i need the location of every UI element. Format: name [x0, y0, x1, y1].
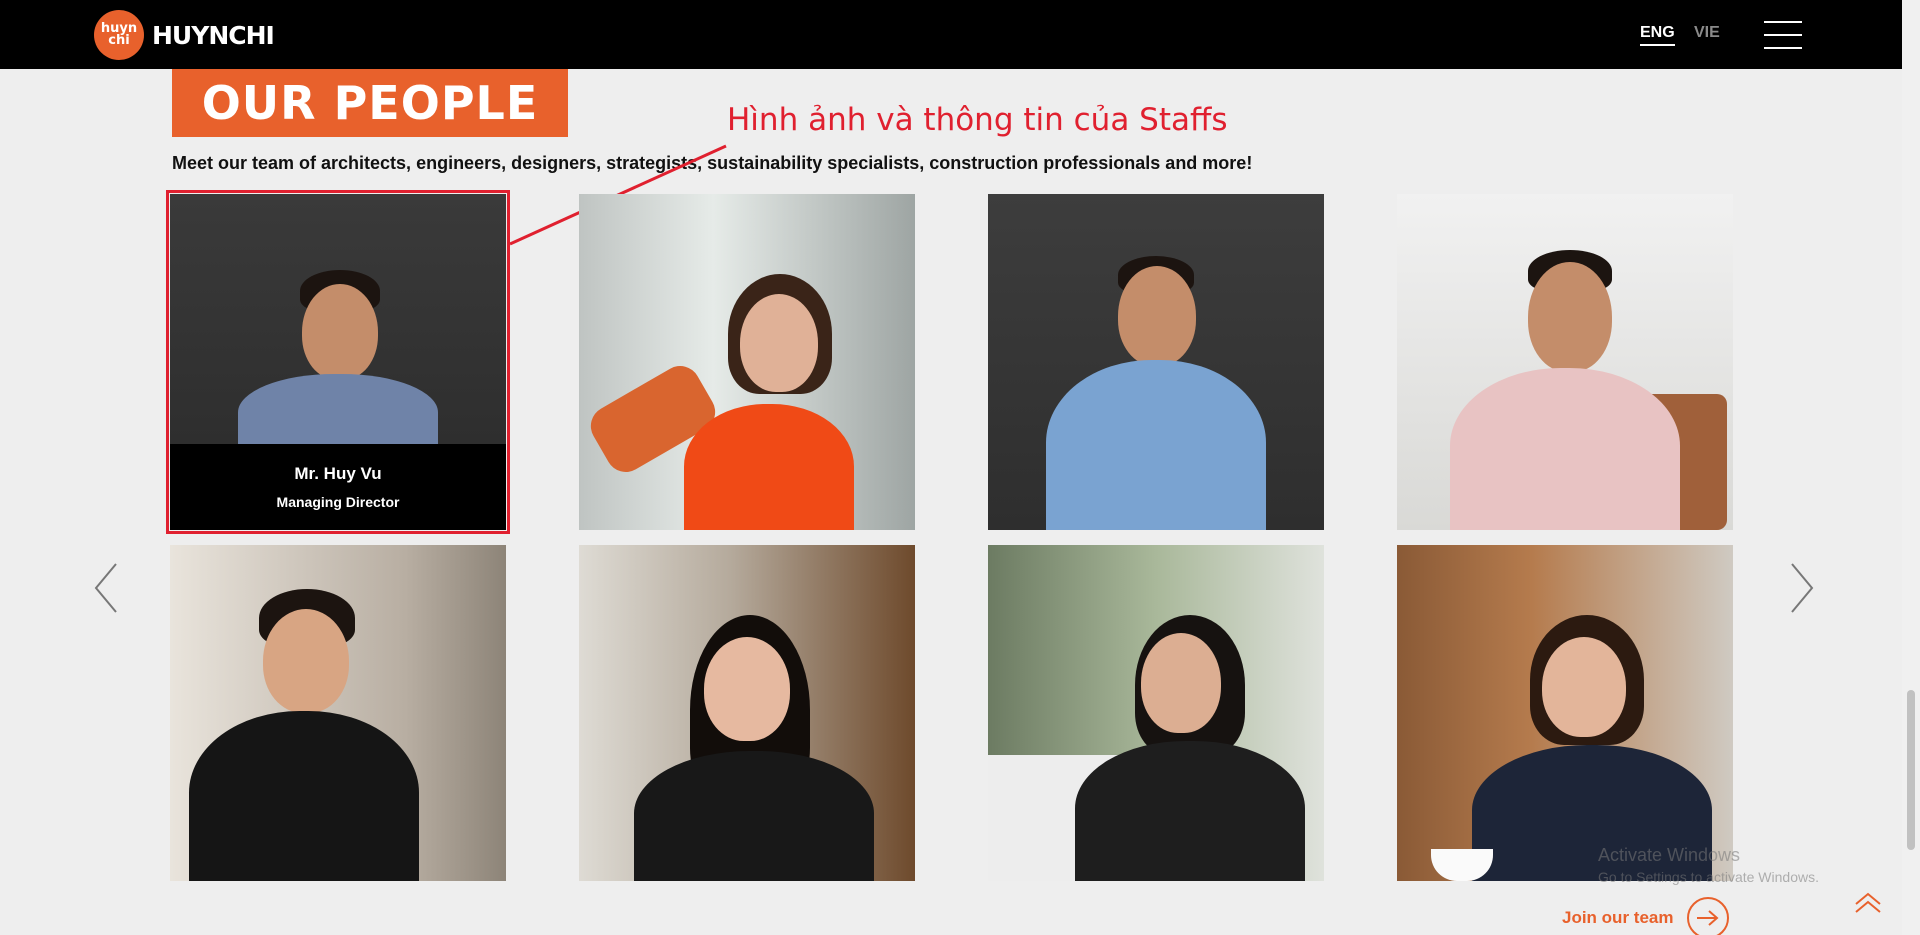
staff-card[interactable] [988, 545, 1324, 881]
staff-card[interactable] [579, 194, 915, 530]
staff-caption: Mr. Huy Vu Managing Director [170, 444, 506, 530]
language-english-link[interactable]: ENG [1640, 24, 1675, 46]
watermark-subtitle: Go to Settings to activate Windows. [1598, 869, 1819, 885]
arrow-right-icon [1687, 897, 1730, 935]
staff-photo [988, 194, 1324, 530]
annotation-label: Hình ảnh và thông tin của Staffs [727, 102, 1228, 138]
staff-card[interactable] [988, 194, 1324, 530]
staff-card[interactable] [1397, 545, 1733, 881]
top-navigation-bar: huyn chi HUYNCHI ENG VIE [0, 0, 1902, 69]
staff-photo [579, 545, 915, 881]
staff-role: Managing Director [276, 494, 400, 510]
staff-name: Mr. Huy Vu [294, 464, 382, 483]
logo-mark-bottom: chi [108, 33, 130, 48]
staff-card-huy-vu[interactable]: Mr. Huy Vu Managing Director [166, 190, 510, 534]
staff-grid: Mr. Huy Vu Managing Director [166, 190, 1736, 881]
logo-mark: huyn chi [94, 10, 144, 60]
watermark-title: Activate Windows [1598, 845, 1741, 865]
language-vietnamese-link[interactable]: VIE [1694, 24, 1720, 42]
staff-card[interactable] [579, 545, 915, 881]
section-subtitle: Meet our team of architects, engineers, … [172, 153, 1253, 173]
join-our-team-label: Join our team [1562, 908, 1674, 927]
staff-card[interactable] [1397, 194, 1733, 530]
carousel-prev-arrow-icon[interactable] [92, 562, 122, 614]
staff-photo [1397, 545, 1733, 881]
section-title: OUR PEOPLE [172, 69, 568, 137]
windows-activation-watermark: Activate Windows Go to Settings to activ… [1598, 845, 1819, 885]
logo-text: HUYNCHI [152, 20, 275, 50]
staff-photo [988, 545, 1324, 881]
scroll-to-top-icon[interactable] [1852, 888, 1884, 920]
scrollbar-thumb[interactable] [1907, 690, 1915, 850]
staff-card[interactable] [170, 545, 506, 881]
staff-photo [579, 194, 915, 530]
staff-photo [170, 545, 506, 881]
brand-logo[interactable]: huyn chi HUYNCHI [94, 10, 275, 60]
page-scrollbar[interactable] [1902, 0, 1920, 935]
carousel-next-arrow-icon[interactable] [1786, 562, 1816, 614]
join-our-team-link[interactable]: Join our team [1562, 897, 1730, 935]
staff-photo [1397, 194, 1733, 530]
hamburger-icon[interactable] [1764, 21, 1802, 49]
